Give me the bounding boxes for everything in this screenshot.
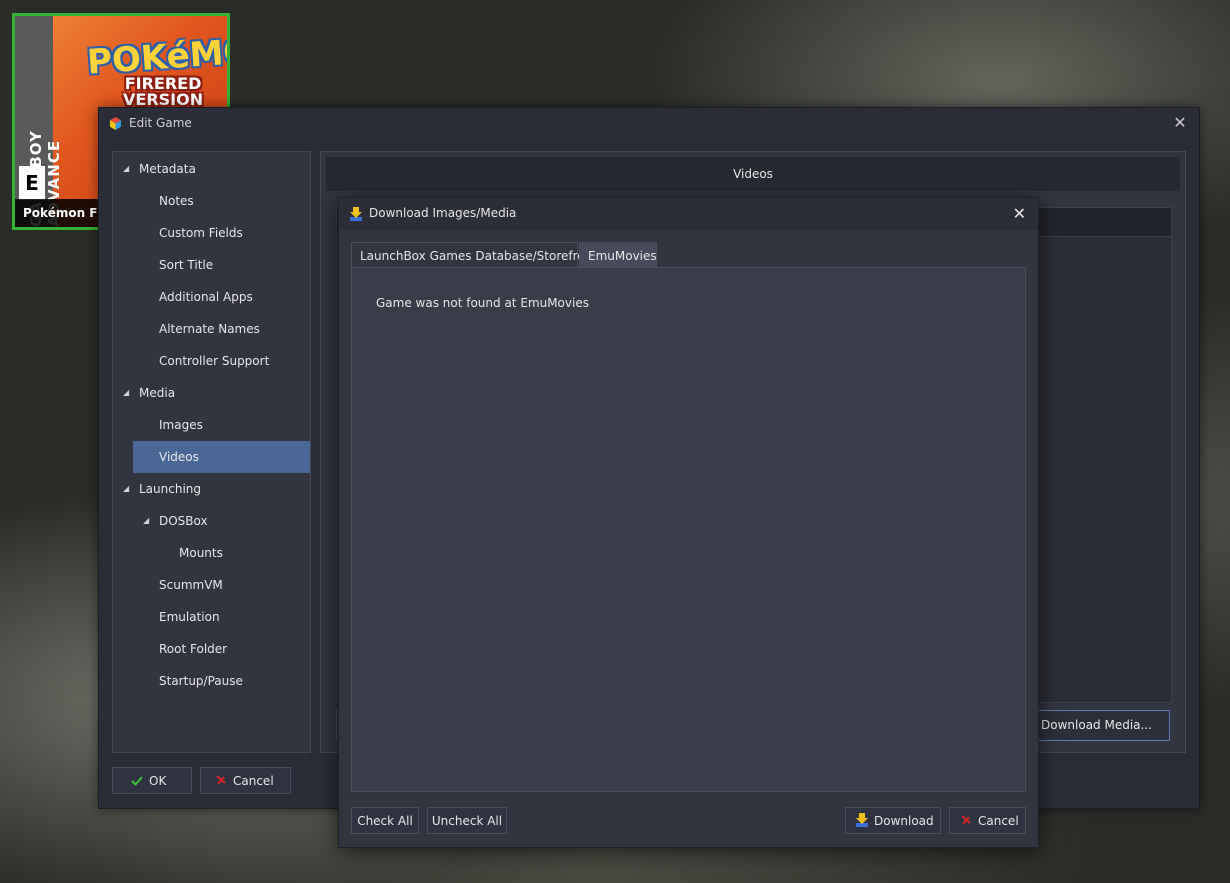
cancel-label: Cancel <box>233 774 274 788</box>
nav-item-root-folder[interactable]: Root Folder <box>113 633 310 665</box>
dialog-cancel-label: Cancel <box>978 814 1019 828</box>
nav-item-additional-apps[interactable]: Additional Apps <box>113 281 310 313</box>
tab-emumovies[interactable]: EmuMovies <box>579 242 657 268</box>
close-dialog-button[interactable]: ✕ <box>1013 204 1026 223</box>
uncheck-all-button[interactable]: Uncheck All <box>427 807 507 834</box>
nav-item-mounts[interactable]: Mounts <box>113 537 310 569</box>
nav-item-startup-pause[interactable]: Startup/Pause <box>113 665 310 697</box>
nav-item-scummvm[interactable]: ScummVM <box>113 569 310 601</box>
checkmark-icon <box>131 776 143 786</box>
nav-item-launching[interactable]: ◢ Launching <box>113 473 310 505</box>
rating-badge: E <box>19 166 45 200</box>
section-header: Videos <box>326 157 1180 191</box>
nav-item-controller-support[interactable]: Controller Support <box>113 345 310 377</box>
ok-button[interactable]: OK <box>112 767 192 794</box>
launchbox-app-icon <box>109 117 122 130</box>
nav-item-sort-title[interactable]: Sort Title <box>113 249 310 281</box>
close-window-button[interactable]: ✕ <box>1171 114 1189 132</box>
nav-item-metadata[interactable]: ◢ Metadata <box>113 153 310 185</box>
cancel-button[interactable]: Cancel <box>200 767 291 794</box>
nav-item-custom-fields[interactable]: Custom Fields <box>113 217 310 249</box>
cancel-icon <box>216 775 226 785</box>
tab-launchbox-database[interactable]: LaunchBox Games Database/Storefronts <box>351 242 603 268</box>
download-label: Download <box>874 814 934 828</box>
nav-item-emulation[interactable]: Emulation <box>113 601 310 633</box>
nav-item-alternate-names[interactable]: Alternate Names <box>113 313 310 345</box>
nav-item-dosbox[interactable]: ◢ DOSBox <box>113 505 310 537</box>
cancel-icon <box>961 815 971 825</box>
nav-item-notes[interactable]: Notes <box>113 185 310 217</box>
titlebar: Edit Game ✕ <box>99 108 1199 140</box>
dialog-cancel-button[interactable]: Cancel <box>949 807 1026 834</box>
ok-label: OK <box>149 774 167 788</box>
nav-item-media[interactable]: ◢ Media <box>113 377 310 409</box>
download-button[interactable]: Download <box>845 807 941 834</box>
download-media-dialog: Download Images/Media ✕ LaunchBox Games … <box>338 197 1039 848</box>
status-message: Game was not found at EmuMovies <box>376 296 589 310</box>
nav-item-videos[interactable]: Videos <box>133 441 310 473</box>
dialog-title: Download Images/Media <box>369 206 517 220</box>
expand-triangle-icon: ◢ <box>143 516 150 525</box>
nav-item-images[interactable]: Images <box>113 409 310 441</box>
expand-triangle-icon: ◢ <box>123 388 130 397</box>
window-title: Edit Game <box>129 116 192 130</box>
check-all-button[interactable]: Check All <box>351 807 419 834</box>
download-icon <box>350 207 362 221</box>
expand-triangle-icon: ◢ <box>123 484 130 493</box>
expand-triangle-icon: ◢ <box>123 164 130 173</box>
nav-tree: ◢ Metadata Notes Custom Fields Sort Title… <box>112 151 311 753</box>
download-media-button[interactable]: Download Media... <box>1023 710 1170 741</box>
download-icon <box>856 813 868 827</box>
dialog-titlebar: Download Images/Media ✕ <box>339 198 1038 230</box>
tab-content: Game was not found at EmuMovies <box>351 267 1026 792</box>
game-subtitle: FIRERED VERSION <box>123 74 204 109</box>
